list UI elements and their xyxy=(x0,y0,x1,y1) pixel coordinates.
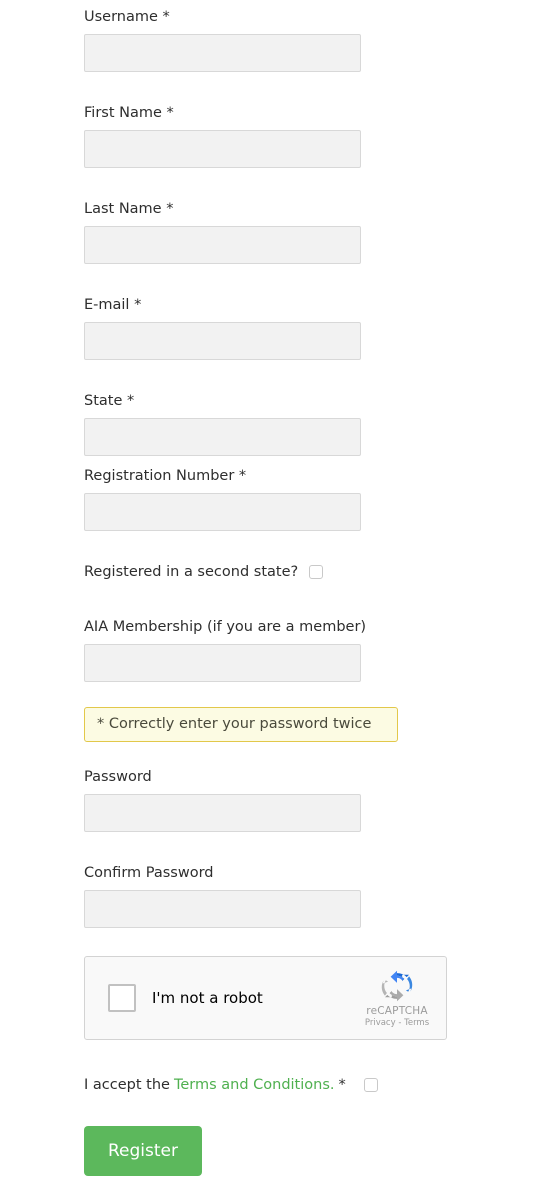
terms-row: I accept the Terms and Conditions. * xyxy=(84,1077,378,1093)
field-confirm-password: Confirm Password xyxy=(84,864,361,928)
field-label-confirm-password: Confirm Password xyxy=(84,865,214,881)
field-aia-membership: AIA Membership (if you are a member) xyxy=(84,618,366,682)
terms-and-conditions-link[interactable]: Terms and Conditions. xyxy=(174,1077,335,1093)
second-state-checkbox[interactable] xyxy=(309,565,324,579)
field-label-registration-number: Registration Number * xyxy=(84,468,247,484)
register-button[interactable]: Register xyxy=(84,1126,202,1176)
recaptcha-widget[interactable]: I'm not a robot reCAPTCHA Privacy - Term… xyxy=(84,956,447,1040)
recaptcha-branding: reCAPTCHA Privacy - Terms xyxy=(354,969,440,1028)
aia-membership-input[interactable] xyxy=(84,644,361,682)
state-input[interactable] xyxy=(84,418,361,456)
field-first-name: First Name * xyxy=(84,104,361,168)
last-name-input[interactable] xyxy=(84,226,361,264)
password-notice: * Correctly enter your password twice xyxy=(84,707,398,742)
terms-checkbox[interactable] xyxy=(363,1078,378,1092)
confirm-password-input[interactable] xyxy=(84,890,361,928)
registration-number-input[interactable] xyxy=(84,493,361,531)
second-state-row: Registered in a second state? xyxy=(84,563,324,581)
first-name-input[interactable] xyxy=(84,130,361,168)
field-registration-number: Registration Number * xyxy=(84,467,361,531)
field-state: State * xyxy=(84,392,361,456)
second-state-label: Registered in a second state? xyxy=(84,564,299,580)
recaptcha-label: I'm not a robot xyxy=(152,989,263,1007)
recaptcha-legal-text[interactable]: Privacy - Terms xyxy=(354,1018,440,1028)
field-label-state: State * xyxy=(84,393,135,409)
field-label-username: Username * xyxy=(84,9,170,25)
field-last-name: Last Name * xyxy=(84,200,361,264)
field-label-last-name: Last Name * xyxy=(84,201,174,217)
password-input[interactable] xyxy=(84,794,361,832)
field-label-aia-membership: AIA Membership (if you are a member) xyxy=(84,619,367,635)
terms-prefix: I accept the xyxy=(84,1077,170,1093)
recaptcha-checkbox[interactable] xyxy=(108,984,136,1012)
field-password: Password xyxy=(84,768,361,832)
field-label-first-name: First Name * xyxy=(84,105,174,121)
recaptcha-brand-text: reCAPTCHA xyxy=(366,1004,428,1017)
terms-required-mark: * xyxy=(338,1077,346,1093)
field-label-password: Password xyxy=(84,769,152,785)
field-email: E-mail * xyxy=(84,296,361,360)
username-input[interactable] xyxy=(84,34,361,72)
email-input[interactable] xyxy=(84,322,361,360)
field-label-email: E-mail * xyxy=(84,297,142,313)
recaptcha-icon xyxy=(381,970,413,1001)
field-username: Username * xyxy=(84,8,361,72)
